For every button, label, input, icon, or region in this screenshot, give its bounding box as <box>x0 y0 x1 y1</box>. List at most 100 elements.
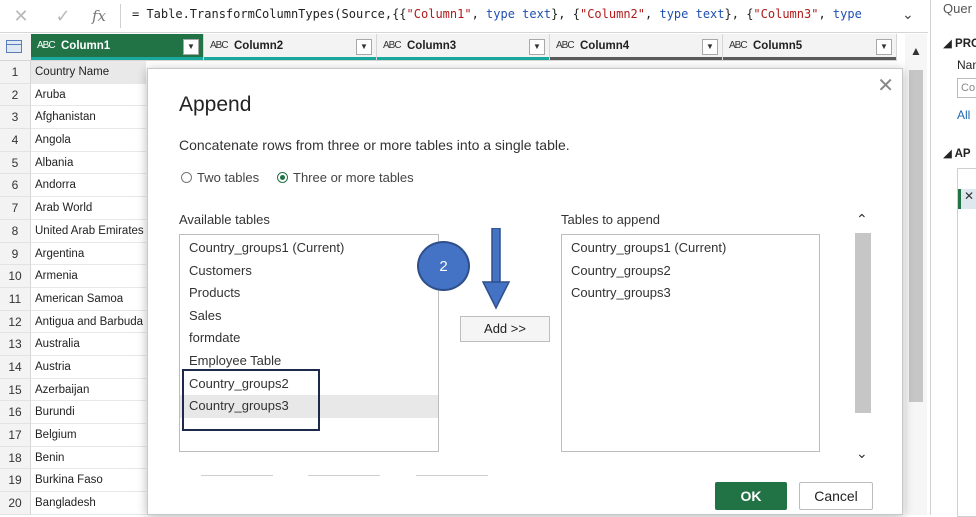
down-arrow-icon <box>482 228 511 310</box>
column-header-1[interactable]: ABC Column1 ▼ <box>31 34 204 60</box>
table-cell[interactable]: Armenia <box>31 265 146 288</box>
table-cell[interactable]: Belgium <box>31 424 146 447</box>
row-number[interactable]: 18 <box>0 446 31 470</box>
query-name-input[interactable]: Co <box>957 78 976 98</box>
applied-steps-heading[interactable]: ◢ AP <box>943 146 971 160</box>
filter-dropdown-icon[interactable]: ▼ <box>183 39 199 55</box>
text-type-icon[interactable]: ABC <box>729 40 748 51</box>
table-cell[interactable]: Australia <box>31 333 146 356</box>
available-table-item[interactable]: Products <box>180 282 438 305</box>
table-cell[interactable]: Arab World <box>31 197 146 220</box>
table-cell[interactable]: Burundi <box>31 401 146 424</box>
filter-dropdown-icon[interactable]: ▼ <box>876 39 892 55</box>
table-cell[interactable]: Burkina Faso <box>31 469 146 493</box>
radio-two-tables[interactable]: Two tables <box>181 170 259 185</box>
column-header-3[interactable]: ABC Column3 ▼ <box>377 34 550 60</box>
formula-token: , <box>471 7 487 21</box>
table-cell[interactable]: Angola <box>31 129 146 152</box>
formula-input[interactable]: = Table.TransformColumnTypes(Source,{{"C… <box>132 7 897 25</box>
fx-icon[interactable]: fx <box>88 5 110 27</box>
row-number[interactable]: 10 <box>0 265 31 288</box>
scroll-up-icon[interactable]: ▲ <box>910 44 922 58</box>
table-cell[interactable]: United Arab Emirates <box>31 219 146 243</box>
tables-to-append-list[interactable]: Country_groups1 (Current) Country_groups2… <box>561 234 820 452</box>
table-cell[interactable]: Antigua and Barbuda <box>31 310 146 334</box>
applied-step-item[interactable]: ✕ <box>958 189 976 209</box>
available-table-item[interactable]: Country_groups1 (Current) <box>180 237 438 260</box>
dialog-scroll-thumb[interactable] <box>855 233 871 413</box>
filter-dropdown-icon[interactable]: ▼ <box>529 39 545 55</box>
cancel-button[interactable]: Cancel <box>799 482 873 510</box>
filter-dropdown-icon[interactable]: ▼ <box>702 39 718 55</box>
filter-dropdown-icon[interactable]: ▼ <box>356 39 372 55</box>
table-cell[interactable]: Albania <box>31 151 146 175</box>
move-down-icon[interactable]: ⌄ <box>856 445 868 462</box>
text-type-icon[interactable]: ABC <box>37 40 56 51</box>
row-number[interactable]: 11 <box>0 287 31 311</box>
row-number[interactable]: 8 <box>0 219 31 243</box>
table-cell[interactable]: Azerbaijan <box>31 378 146 402</box>
append-table-item[interactable]: Country_groups1 (Current) <box>562 237 819 260</box>
table-cell[interactable]: Benin <box>31 446 146 470</box>
available-table-item[interactable]: Customers <box>180 260 438 283</box>
append-table-item[interactable]: Country_groups3 <box>562 282 819 305</box>
row-number[interactable]: 17 <box>0 424 31 447</box>
append-table-item[interactable]: Country_groups2 <box>562 260 819 283</box>
list-action-button[interactable] <box>201 475 273 480</box>
cancel-formula-icon[interactable]: ✕ <box>10 5 32 27</box>
properties-heading[interactable]: ◢ PRO <box>943 36 976 50</box>
row-number[interactable]: 4 <box>0 129 31 152</box>
row-number[interactable]: 13 <box>0 333 31 356</box>
all-properties-link[interactable]: All <box>957 108 970 122</box>
row-number[interactable]: 6 <box>0 174 31 198</box>
available-table-item[interactable]: Sales <box>180 305 438 328</box>
available-table-item[interactable]: formdate <box>180 327 438 350</box>
radio-three-or-more-tables[interactable]: Three or more tables <box>277 170 414 185</box>
row-number[interactable]: 20 <box>0 492 31 515</box>
text-type-icon[interactable]: ABC <box>556 40 575 51</box>
scroll-thumb[interactable] <box>909 70 923 402</box>
table-cell[interactable]: Bangladesh <box>31 492 146 515</box>
commit-formula-icon[interactable]: ✓ <box>52 5 74 27</box>
table-cell[interactable]: Andorra <box>31 174 146 198</box>
formula-token: }, { <box>551 7 580 21</box>
row-number[interactable]: 14 <box>0 355 31 379</box>
row-number[interactable]: 12 <box>0 310 31 334</box>
row-number[interactable]: 7 <box>0 197 31 220</box>
text-type-icon[interactable]: ABC <box>210 40 229 51</box>
row-number[interactable]: 2 <box>0 83 31 107</box>
table-cell[interactable]: Country Name <box>31 61 146 84</box>
row-number[interactable]: 9 <box>0 242 31 266</box>
row-number[interactable]: 16 <box>0 401 31 424</box>
query-settings-pane: Quer ◢ PRO Nam Co All ◢ AP ✕ <box>930 0 976 517</box>
table-cell[interactable]: Argentina <box>31 242 146 266</box>
row-number[interactable]: 15 <box>0 378 31 402</box>
column1-cells: Country Name Aruba Afghanistan Angola Albani… <box>31 61 146 515</box>
table-cell[interactable]: Aruba <box>31 83 146 107</box>
column-header-4[interactable]: ABC Column4 ▼ <box>550 34 723 60</box>
table-cell[interactable]: Afghanistan <box>31 106 146 130</box>
table-cell[interactable]: American Samoa <box>31 287 146 311</box>
ok-button[interactable]: OK <box>715 482 787 510</box>
list-action-button[interactable] <box>308 475 380 480</box>
table-menu-button[interactable] <box>0 34 32 60</box>
move-up-icon[interactable]: ⌃ <box>856 211 868 228</box>
add-button[interactable]: Add >> <box>460 316 550 342</box>
table-cell[interactable]: Austria <box>31 355 146 379</box>
column-header-5[interactable]: ABC Column5 ▼ <box>723 34 897 60</box>
delete-step-icon[interactable]: ✕ <box>964 189 974 203</box>
grid-scrollbar[interactable]: ▲ <box>905 34 927 515</box>
column-header-2[interactable]: ABC Column2 ▼ <box>204 34 377 60</box>
dialog-scrollbar[interactable]: ⌃ ⌄ <box>854 211 872 464</box>
row-number[interactable]: 19 <box>0 469 31 493</box>
row-number[interactable]: 5 <box>0 151 31 175</box>
expand-formula-icon[interactable]: ⌄ <box>902 6 914 23</box>
row-number[interactable]: 1 <box>0 61 31 84</box>
formula-token: "Column1" <box>406 7 472 21</box>
list-action-button[interactable] <box>416 475 488 480</box>
formula-token: = Table.TransformColumnTypes(Source,{{ <box>132 7 407 21</box>
text-type-icon[interactable]: ABC <box>383 40 402 51</box>
close-icon[interactable]: ✕ <box>877 73 894 98</box>
row-number[interactable]: 3 <box>0 106 31 130</box>
formula-token: }, { <box>724 7 754 21</box>
